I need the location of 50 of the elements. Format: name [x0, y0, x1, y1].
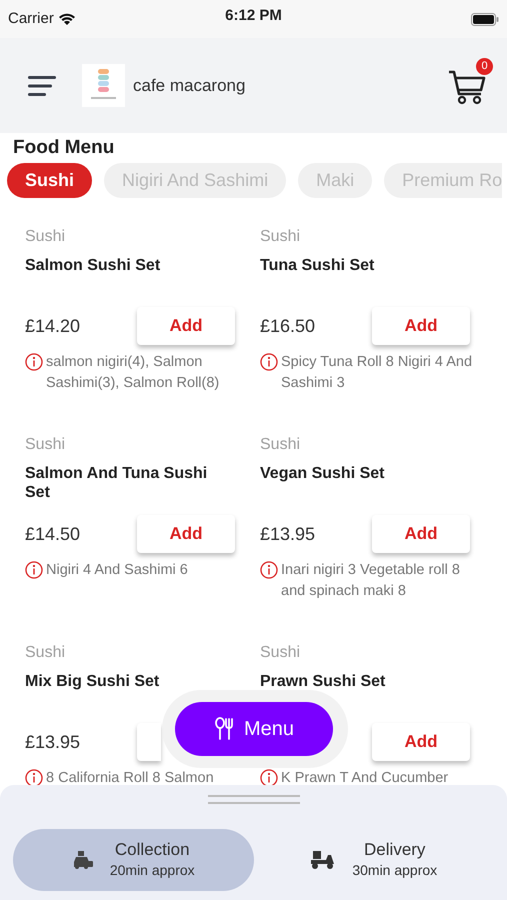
add-button[interactable]: Add	[137, 307, 235, 345]
category-tab[interactable]: Sushi	[7, 163, 92, 198]
item-name: Prawn Sushi Set	[260, 673, 386, 690]
item-category: Sushi	[260, 227, 302, 247]
info-icon	[260, 353, 278, 371]
info-icon	[25, 353, 43, 371]
item-category: Sushi	[260, 435, 302, 455]
menu-button[interactable]: Menu	[175, 702, 333, 756]
item-description: Inari nigiri 3 Vegetable roll 8 and spinach maki 8	[281, 561, 461, 601]
add-button[interactable]: Add	[372, 515, 470, 553]
wifi-icon	[58, 12, 76, 26]
carrier-label: Carrier	[8, 8, 54, 29]
battery-icon	[471, 12, 499, 26]
cutlery-icon	[214, 717, 236, 741]
add-button[interactable]: Add	[137, 515, 235, 553]
item-description: Nigiri 4 And Sashimi 6	[46, 561, 188, 580]
info-icon	[25, 769, 43, 787]
clock: 6:12 PM	[224, 6, 283, 26]
car-icon	[72, 850, 94, 870]
shop-name: cafe macarong	[133, 74, 246, 97]
add-button[interactable]: Add	[372, 723, 470, 761]
scooter-icon	[310, 849, 336, 871]
section-title: Food Menu	[12, 136, 116, 160]
item-name: Tuna Sushi Set	[260, 257, 374, 274]
item-price: £14.50	[25, 522, 80, 546]
item-description: 8 California Roll 8 Salmon	[46, 769, 214, 788]
item-category: Sushi	[260, 643, 302, 663]
info-icon	[25, 561, 43, 579]
order-mode-option[interactable]: Delivery 30min approx	[254, 829, 494, 891]
item-description: Spicy Tuna Roll 8 Nigiri 4 And Sashimi 3	[281, 353, 474, 393]
item-description: K Prawn T And Cucumber	[281, 769, 448, 788]
add-button[interactable]: Add	[372, 307, 470, 345]
item-name: Mix Big Sushi Set	[25, 673, 160, 690]
item-category: Sushi	[25, 643, 66, 663]
order-mode-option[interactable]: Collection 20min approx	[13, 829, 254, 891]
item-price: £13.95	[25, 730, 80, 754]
item-name: Vegan Sushi Set	[260, 465, 384, 482]
item-name: Salmon And Tuna Sushi Set	[25, 465, 208, 501]
menu-icon[interactable]	[28, 74, 58, 96]
item-price: £14.20	[25, 314, 80, 338]
info-icon	[260, 769, 278, 787]
item-category: Sushi	[25, 227, 66, 247]
item-price: £13.95	[260, 522, 316, 546]
cart-count-badge: 0	[476, 58, 493, 74]
item-price: £16.50	[260, 314, 316, 338]
drag-handle[interactable]	[208, 795, 300, 805]
item-name: Salmon Sushi Set	[25, 257, 160, 274]
info-icon	[260, 561, 278, 579]
item-description: salmon nigiri(4), Salmon Sashimi(3), Salmon Roll(8)	[46, 353, 220, 393]
item-category: Sushi	[25, 435, 66, 455]
